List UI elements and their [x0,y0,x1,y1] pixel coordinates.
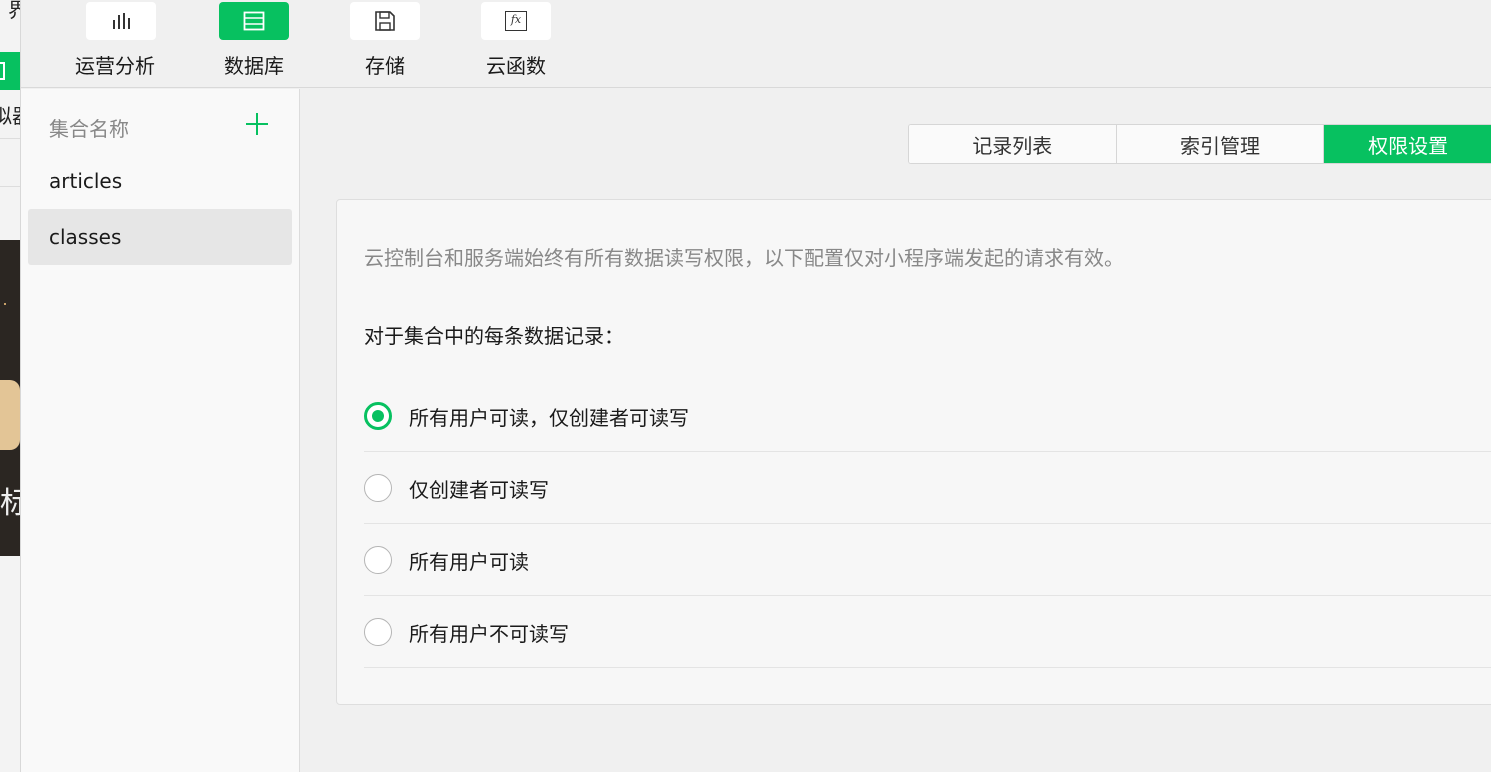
radio-button[interactable] [364,546,392,574]
permission-options: 所有用户可读，仅创建者可读写 仅创建者可读写 所有用户可读 所有用户不可读写 [364,380,1491,668]
background-icon [0,62,5,80]
toolbar-storage[interactable]: 存储 [325,0,435,88]
database-icon [243,11,265,31]
save-icon [375,11,395,31]
cloud-console-window: 运营分析 数据库 存储 fx 云函数 集合名称 articles classes… [20,0,1491,772]
bar-chart-icon [113,13,130,29]
permission-subtitle: 对于集合中的每条数据记录： [364,324,624,348]
permission-option-label: 仅创建者可读写 [409,478,549,502]
top-toolbar: 运营分析 数据库 存储 fx 云函数 [21,0,1491,88]
toolbar-cloud-functions[interactable]: fx 云函数 [456,0,566,88]
permission-notice: 云控制台和服务端始终有所有数据读写权限，以下配置仅对小程序端发起的请求有效。 [364,246,1124,270]
permission-option[interactable]: 仅创建者可读写 [364,452,1491,524]
permission-option[interactable]: 所有用户不可读写 [364,596,1491,668]
function-icon: fx [505,11,527,31]
analytics-button[interactable] [86,2,156,40]
collection-item-classes[interactable]: classes [28,209,292,265]
cloud-functions-button[interactable]: fx [481,2,551,40]
toolbar-label: 数据库 [224,54,284,78]
permission-option-label: 所有用户可读 [409,550,529,574]
permission-option[interactable]: 所有用户可读 [364,524,1491,596]
permission-card: 云控制台和服务端始终有所有数据读写权限，以下配置仅对小程序端发起的请求有效。 对… [336,199,1491,705]
toolbar-label: 运营分析 [75,54,155,78]
toolbar-database[interactable]: 数据库 [194,0,304,88]
main-panel: 记录列表 索引管理 权限设置 云控制台和服务端始终有所有数据读写权限，以下配置仅… [301,89,1491,772]
background-banner-text: 标 [0,486,20,521]
database-button[interactable] [219,2,289,40]
tab-permission-settings[interactable]: 权限设置 [1324,125,1491,163]
permission-option-label: 所有用户可读，仅创建者可读写 [409,406,689,430]
background-dot [4,303,6,305]
tab-record-list[interactable]: 记录列表 [909,125,1117,163]
radio-button[interactable] [364,618,392,646]
toolbar-label: 存储 [365,54,405,78]
background-label-fragment: 拟器 [0,104,20,128]
storage-button[interactable] [350,2,420,40]
collection-item-articles[interactable]: articles [28,153,292,209]
permission-option-label: 所有用户不可读写 [409,622,569,646]
background-divider [0,138,20,139]
radio-button[interactable] [364,402,392,430]
toolbar-analytics[interactable]: 运营分析 [61,0,171,88]
tab-index-management[interactable]: 索引管理 [1116,125,1325,163]
background-preview-card [0,380,20,450]
background-title-fragment: 界 [8,0,20,22]
background-divider [0,186,20,187]
collection-name-header: 集合名称 [49,117,129,141]
permission-option[interactable]: 所有用户可读，仅创建者可读写 [364,380,1491,452]
add-collection-button[interactable] [244,111,270,137]
collection-sidebar: 集合名称 articles classes [21,89,300,772]
toolbar-label: 云函数 [486,54,546,78]
tab-bar: 记录列表 索引管理 权限设置 [908,124,1491,164]
background-window: 界 拟器 标 [0,0,20,772]
radio-button[interactable] [364,474,392,502]
